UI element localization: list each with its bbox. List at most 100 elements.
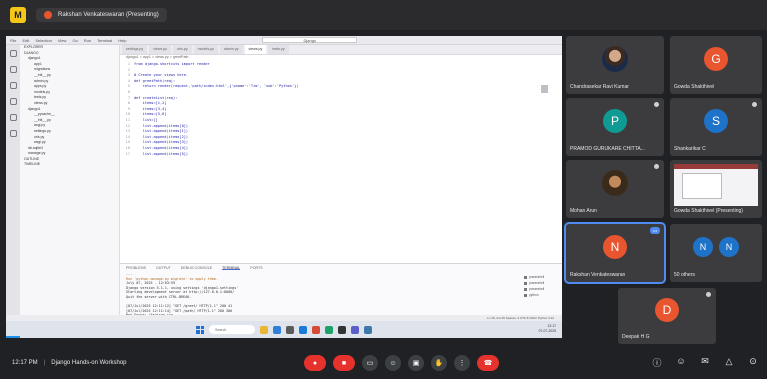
extensions-icon[interactable] [9,114,17,121]
menu-edit[interactable]: Edit [22,38,29,43]
more-options-icon[interactable]: ⋮ [454,355,470,371]
mic-muted-icon [706,292,711,297]
tab-debug-console[interactable]: DEBUG CONSOLE [181,266,212,270]
participant-tile[interactable]: Chandrasekar Ravi Kumar [566,36,664,94]
participant-avatar: N [603,235,627,260]
tab-tests-py[interactable]: tests.py [268,45,289,54]
run-debug-icon[interactable] [9,98,17,105]
menu-help[interactable]: Help [118,38,126,43]
tab-models-py[interactable]: models.py [193,45,218,54]
others-avatars: N N [693,237,739,258]
participant-tile[interactable]: P PRAMOD GURUKARE CHITTA... [566,98,664,156]
tab-ports[interactable]: PORTS [250,266,262,270]
mic-off-icon[interactable]: ● [304,355,326,371]
code-line[interactable]: 17 list.append(items[5]) [120,152,562,158]
clock-date: 07-07-2025 [538,329,556,333]
edge-icon[interactable] [325,325,333,334]
minimap[interactable] [541,85,548,93]
participant-avatar: P [603,109,627,134]
participant-tile-others[interactable]: N N 50 others [670,224,762,282]
call-controls: ● ■ ▭ ☺ ▣ ✋ ⋮ ☎ [304,355,499,371]
screen-share-thumbnail [674,164,758,206]
tab-admin-py[interactable]: admin.py [219,45,243,54]
terminal-item-label: powershell [529,281,545,285]
meeting-window: M Rakshan Venkateswaran (Presenting) Fil… [0,0,767,379]
teams-icon[interactable] [351,325,359,334]
code-area[interactable]: 1 from django.shortcuts import render 2 3 # … [120,62,562,157]
participant-tile[interactable]: G Gowda Shakthivel [670,36,762,94]
activity-bar [6,45,20,338]
line-number: 17 [125,151,130,156]
participant-name: Mohan Arun [570,208,597,214]
menu-file[interactable]: File [10,38,16,43]
terminal-app-icon[interactable] [338,325,346,334]
participant-tile[interactable]: S Shankarikar C [670,98,762,156]
file-explorer-icon[interactable] [260,325,268,334]
tab-settings-py[interactable]: settings.py [122,45,148,54]
participant-avatar: D [655,298,679,323]
activities-icon[interactable]: △ [723,356,735,369]
tab-views-py[interactable]: views.py [149,45,171,54]
menu-view[interactable]: View [58,38,67,43]
explorer-item[interactable]: TIMELINE [20,162,119,168]
tab-urls-py[interactable]: urls.py [172,45,192,54]
python-icon[interactable] [364,325,372,334]
terminal-icon [524,293,527,297]
chat-icon[interactable]: ✉ [699,356,711,369]
end-call-icon[interactable]: ☎ [477,355,499,371]
code-text: return render(request,'path/index.html',… [134,84,299,89]
taskbar-clock[interactable]: 12:17 07-07-2025 [539,324,556,334]
menu-run[interactable]: Run [84,38,91,43]
source-control-icon[interactable] [9,82,17,89]
camera-off-icon[interactable]: ■ [333,355,355,371]
chrome-icon[interactable] [312,325,320,334]
present-icon[interactable]: ▣ [408,355,424,371]
participant-tile[interactable]: Mohan Arun [566,160,664,218]
testing-icon[interactable] [9,130,17,137]
ide-menu-bar: File Edit Selection View Go Run Terminal… [6,36,562,45]
meeting-top-bar: M Rakshan Venkateswaran (Presenting) [0,0,767,30]
panel-tabs: PROBLEMS OUTPUT DEBUG CONSOLE TERMINAL P… [120,264,562,272]
code-text: list.append(items[5]) [134,151,189,156]
store-icon[interactable] [286,325,294,334]
raise-hand-icon[interactable]: ✋ [431,355,447,371]
tab-output[interactable]: OUTPUT [156,266,171,270]
presenting-icon [44,11,52,19]
menu-go[interactable]: Go [72,38,77,43]
menu-terminal[interactable]: Terminal [97,38,112,43]
emoji-icon[interactable]: ☺ [385,355,401,371]
tab-views-py-active[interactable]: views.py [244,45,267,54]
tab-problems[interactable]: PROBLEMS [126,266,146,270]
windows-start-icon[interactable] [196,325,204,334]
status-text: Ln 15, Col 25 Spaces: 4 UTF-8 CRLF Pytho… [487,316,554,320]
browser-icon[interactable] [273,325,281,334]
thumbnail-window [682,173,722,199]
participant-tile-active-speaker[interactable]: ••• N Rakshan Venkateswaran [564,222,666,284]
shared-screen[interactable]: File Edit Selection View Go Run Terminal… [6,36,562,338]
terminal-item[interactable]: python [524,292,552,298]
ide-search-box[interactable]: Django [262,37,358,43]
info-icon[interactable]: ⓘ [651,356,663,369]
participant-photo [602,46,628,73]
lock-icon[interactable]: ⊙ [747,356,759,369]
participant-name: Shankarikar C [674,146,706,152]
tab-terminal[interactable]: TERMINAL [222,266,241,270]
participant-avatar: G [704,47,728,72]
breadcrumb[interactable]: django1 > app1 > views.py > greetPath [120,55,562,62]
people-icon[interactable]: ☺ [675,356,687,369]
menu-selection[interactable]: Selection [35,38,51,43]
participant-tile[interactable]: D Deepak H G [618,288,716,344]
participant-avatar: S [704,109,728,134]
participant-name: Gowda Shakthivel (Presenting) [674,208,743,214]
vscode-icon[interactable] [299,325,307,334]
taskbar-search[interactable]: Search [209,325,255,334]
explorer-icon[interactable] [9,50,17,57]
mic-muted-icon [654,164,659,169]
presenter-banner[interactable]: Rakshan Venkateswaran (Presenting) [36,8,167,22]
captions-icon[interactable]: ▭ [362,355,378,371]
code-editor[interactable]: django1 > app1 > views.py > greetPath 1f… [120,55,562,263]
search-icon[interactable] [9,66,17,73]
code-text: from django.shortcuts import render [134,62,210,66]
participant-tile[interactable]: Gowda Shakthivel (Presenting) [670,160,762,218]
participant-name: Rakshan Venkateswaran [570,272,626,278]
